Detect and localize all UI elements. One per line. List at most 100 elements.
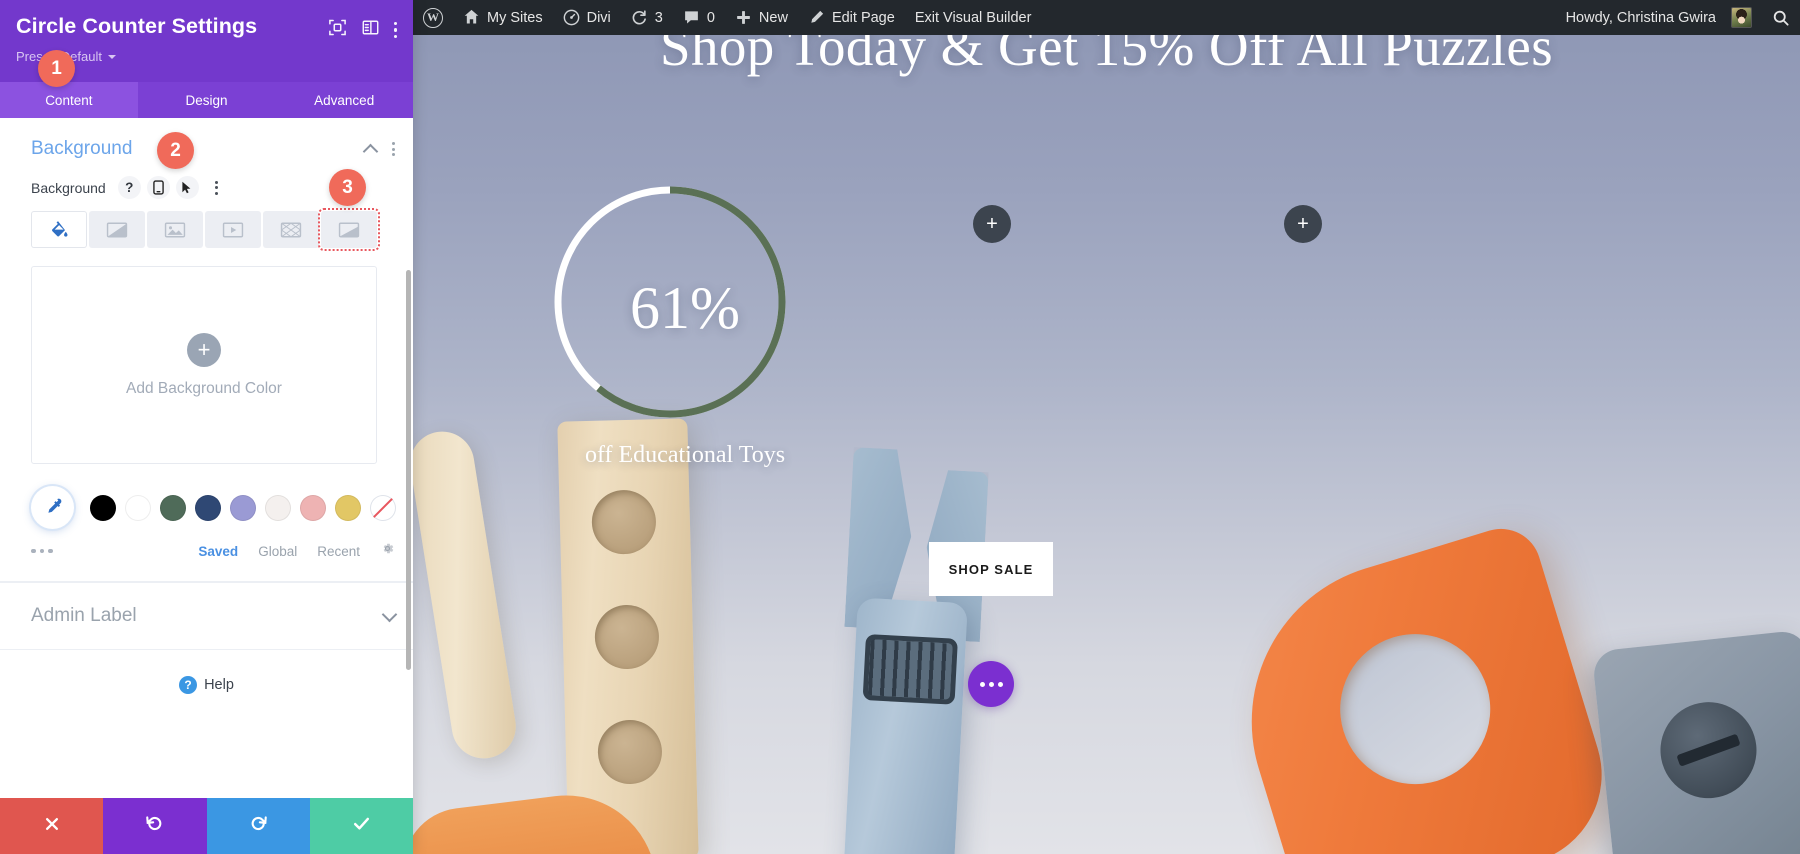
image-icon <box>164 222 186 237</box>
palette-tab-recent[interactable]: Recent <box>317 544 360 559</box>
adminbar-search-button[interactable] <box>1762 0 1800 35</box>
swatch-lavender[interactable] <box>230 494 256 521</box>
adminbar-my-account[interactable]: Howdy, Christina Gwira <box>1556 0 1762 35</box>
adminbar-edit-page-label: Edit Page <box>831 9 895 26</box>
swatch-offwhite[interactable] <box>265 494 291 521</box>
undo-button[interactable] <box>103 798 207 854</box>
page-title: Circle Counter Settings <box>16 14 258 38</box>
adminbar-wp-logo[interactable] <box>413 0 453 35</box>
save-button[interactable] <box>309 798 413 854</box>
palette-meta-row: Saved Global Recent <box>0 529 413 581</box>
swatch-black[interactable] <box>90 494 116 521</box>
background-color-tab[interactable] <box>31 211 87 248</box>
kebab-menu-icon[interactable] <box>393 21 397 39</box>
wood-board-prop <box>557 418 699 854</box>
tab-design[interactable]: Design <box>137 82 276 118</box>
adminbar-my-sites-label: My Sites <box>487 9 543 26</box>
redo-button[interactable] <box>206 798 310 854</box>
avatar <box>1731 7 1752 28</box>
responsive-phone-icon[interactable] <box>146 176 170 199</box>
adminbar-comments-count: 0 <box>706 9 715 26</box>
plus-icon: + <box>1297 212 1309 235</box>
adminbar-divi-label: Divi <box>586 9 611 26</box>
chevron-up-icon[interactable] <box>362 143 379 159</box>
more-dots-icon[interactable] <box>31 548 53 554</box>
background-type-tabs <box>0 208 413 251</box>
background-video-tab[interactable] <box>205 211 261 248</box>
palette-tab-global[interactable]: Global <box>258 544 297 559</box>
fullscreen-icon[interactable] <box>328 18 347 42</box>
help-link[interactable]: ? Help <box>0 650 413 694</box>
tab-advanced[interactable]: Advanced <box>275 82 414 118</box>
background-gradient-tab[interactable] <box>89 211 145 248</box>
tab-content[interactable]: Content <box>0 82 138 118</box>
tab-design-label: Design <box>185 92 228 108</box>
add-background-color-dropzone[interactable]: + Add Background Color <box>31 266 377 464</box>
panel-footer <box>0 798 413 854</box>
background-pattern-tab[interactable] <box>263 211 319 248</box>
orange-tool-prop <box>1211 518 1625 854</box>
adminbar-divi[interactable]: Divi <box>553 0 621 35</box>
hover-cursor-icon[interactable] <box>175 176 199 199</box>
comment-bubble-icon <box>683 9 700 26</box>
swatch-no-color[interactable] <box>370 494 396 521</box>
gear-icon[interactable] <box>380 541 395 561</box>
color-swatch-row <box>0 464 413 529</box>
paint-bucket-icon <box>51 221 67 237</box>
background-section-title: Background <box>31 138 133 159</box>
updates-refresh-icon <box>631 9 648 26</box>
howdy-label: Howdy, Christina Gwira <box>1565 9 1716 26</box>
section-kebab-menu-icon[interactable] <box>392 142 395 156</box>
layout-columns-icon[interactable] <box>361 18 380 42</box>
adminbar-exit-label: Exit Visual Builder <box>914 9 1032 26</box>
pattern-icon <box>280 222 302 237</box>
swatch-pink[interactable] <box>300 494 326 521</box>
add-module-middle[interactable]: + <box>973 205 1011 243</box>
adminbar-new[interactable]: New <box>725 0 798 35</box>
shop-sale-button[interactable]: SHOP SALE <box>929 542 1053 596</box>
circle-counter-value: 61% <box>630 275 740 341</box>
swatch-navy[interactable] <box>195 494 221 521</box>
background-mask-tab[interactable] <box>318 208 380 251</box>
swatch-gold[interactable] <box>335 494 361 521</box>
adminbar-exit-visual-builder[interactable]: Exit Visual Builder <box>905 0 1042 35</box>
chevron-down-icon[interactable] <box>381 606 398 622</box>
panel-tabs: Content Design Advanced <box>0 82 414 118</box>
circle-counter-subtitle: off Educational Toys <box>584 442 786 468</box>
swatch-white[interactable] <box>125 494 151 521</box>
tab-advanced-label: Advanced <box>314 92 375 108</box>
gradient-icon <box>106 222 128 237</box>
admin-label-section[interactable]: Admin Label <box>0 582 413 650</box>
circle-counter-module[interactable]: 61% off Educational Toys <box>550 182 820 482</box>
panel-body: Background Background ? + Add Background… <box>0 118 413 854</box>
checkmark-icon <box>351 813 372 839</box>
step-badge-3: 3 <box>329 169 366 206</box>
background-section-header[interactable]: Background <box>0 118 413 174</box>
background-image-tab[interactable] <box>147 211 203 248</box>
step-badge-1: 1 <box>38 50 75 87</box>
tab-content-label: Content <box>45 92 93 108</box>
wordpress-icon <box>423 7 443 28</box>
module-settings-menu-button[interactable] <box>968 661 1014 707</box>
help-question-icon: ? <box>179 676 198 694</box>
chevron-down-icon <box>108 54 116 59</box>
page-preview-canvas[interactable]: Shop Today & Get 15% Off All Puzzles 61%… <box>413 0 1800 854</box>
admin-label-title: Admin Label <box>31 605 137 626</box>
adminbar-updates[interactable]: 3 <box>621 0 673 35</box>
pencil-icon <box>808 9 825 26</box>
cancel-button[interactable] <box>0 798 104 854</box>
background-field-kebab-icon[interactable] <box>205 176 228 199</box>
add-module-right[interactable]: + <box>1284 205 1322 243</box>
adminbar-comments[interactable]: 0 <box>673 0 725 35</box>
wrench-prop <box>792 435 1014 854</box>
panel-scrollbar[interactable] <box>406 270 411 670</box>
adminbar-my-sites[interactable]: My Sites <box>453 0 553 35</box>
palette-tab-saved[interactable]: Saved <box>198 544 238 559</box>
adminbar-edit-page[interactable]: Edit Page <box>798 0 905 35</box>
plus-icon <box>735 9 752 26</box>
palette-tabs: Saved Global Recent <box>198 541 395 561</box>
eyedropper-icon[interactable] <box>31 486 74 529</box>
swatch-green[interactable] <box>160 494 186 521</box>
help-question-icon[interactable]: ? <box>117 176 141 199</box>
search-icon <box>1772 9 1790 27</box>
